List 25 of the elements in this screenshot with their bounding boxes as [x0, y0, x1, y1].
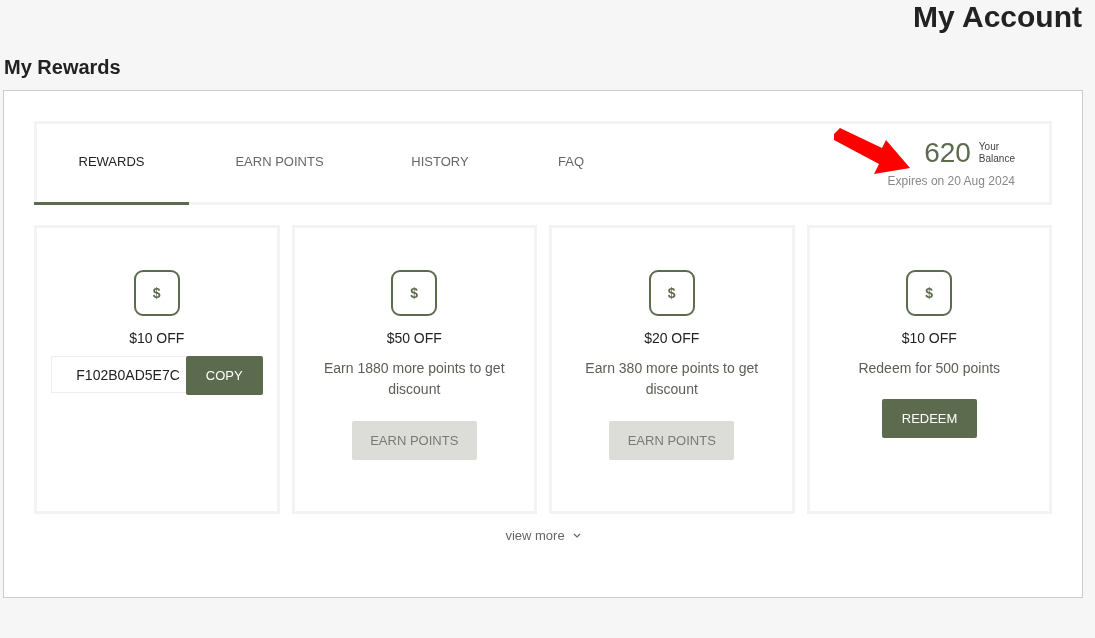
reward-title: $20 OFF — [644, 330, 700, 346]
reward-description: Earn 380 more points to get discount — [584, 359, 760, 399]
section-title: My Rewards — [4, 55, 122, 80]
view-more-link[interactable]: view more — [505, 528, 565, 543]
reward-title: $50 OFF — [386, 330, 442, 346]
tab[interactable]: HISTORY — [370, 121, 510, 205]
dollar-icon: $ — [133, 270, 180, 316]
tab[interactable]: REWARDS — [34, 121, 189, 205]
points-balance: 620 — [924, 138, 971, 168]
code-field[interactable]: F102B0AD5E7C — [50, 356, 186, 393]
page-title: My Account — [913, 0, 1082, 34]
tab[interactable]: FAQ — [510, 121, 632, 205]
balance-label: Your Balance — [978, 141, 1015, 165]
copy-button[interactable]: COPY — [185, 356, 263, 395]
redeem-button[interactable]: REDEEM — [881, 399, 977, 438]
dollar-icon: $ — [648, 270, 695, 316]
expiry-text: Expires on 20 Aug 2024 — [887, 174, 1015, 188]
dollar-icon: $ — [391, 270, 438, 316]
reward-description: Earn 1880 more points to get discount — [322, 359, 506, 399]
reward-description: Redeem for 500 points — [857, 359, 1002, 378]
chevron-down-icon — [572, 533, 581, 538]
reward-title: $10 OFF — [129, 330, 185, 346]
reward-title: $10 OFF — [901, 330, 957, 346]
dollar-icon: $ — [906, 270, 953, 316]
tab[interactable]: EARN POINTS — [189, 121, 370, 205]
